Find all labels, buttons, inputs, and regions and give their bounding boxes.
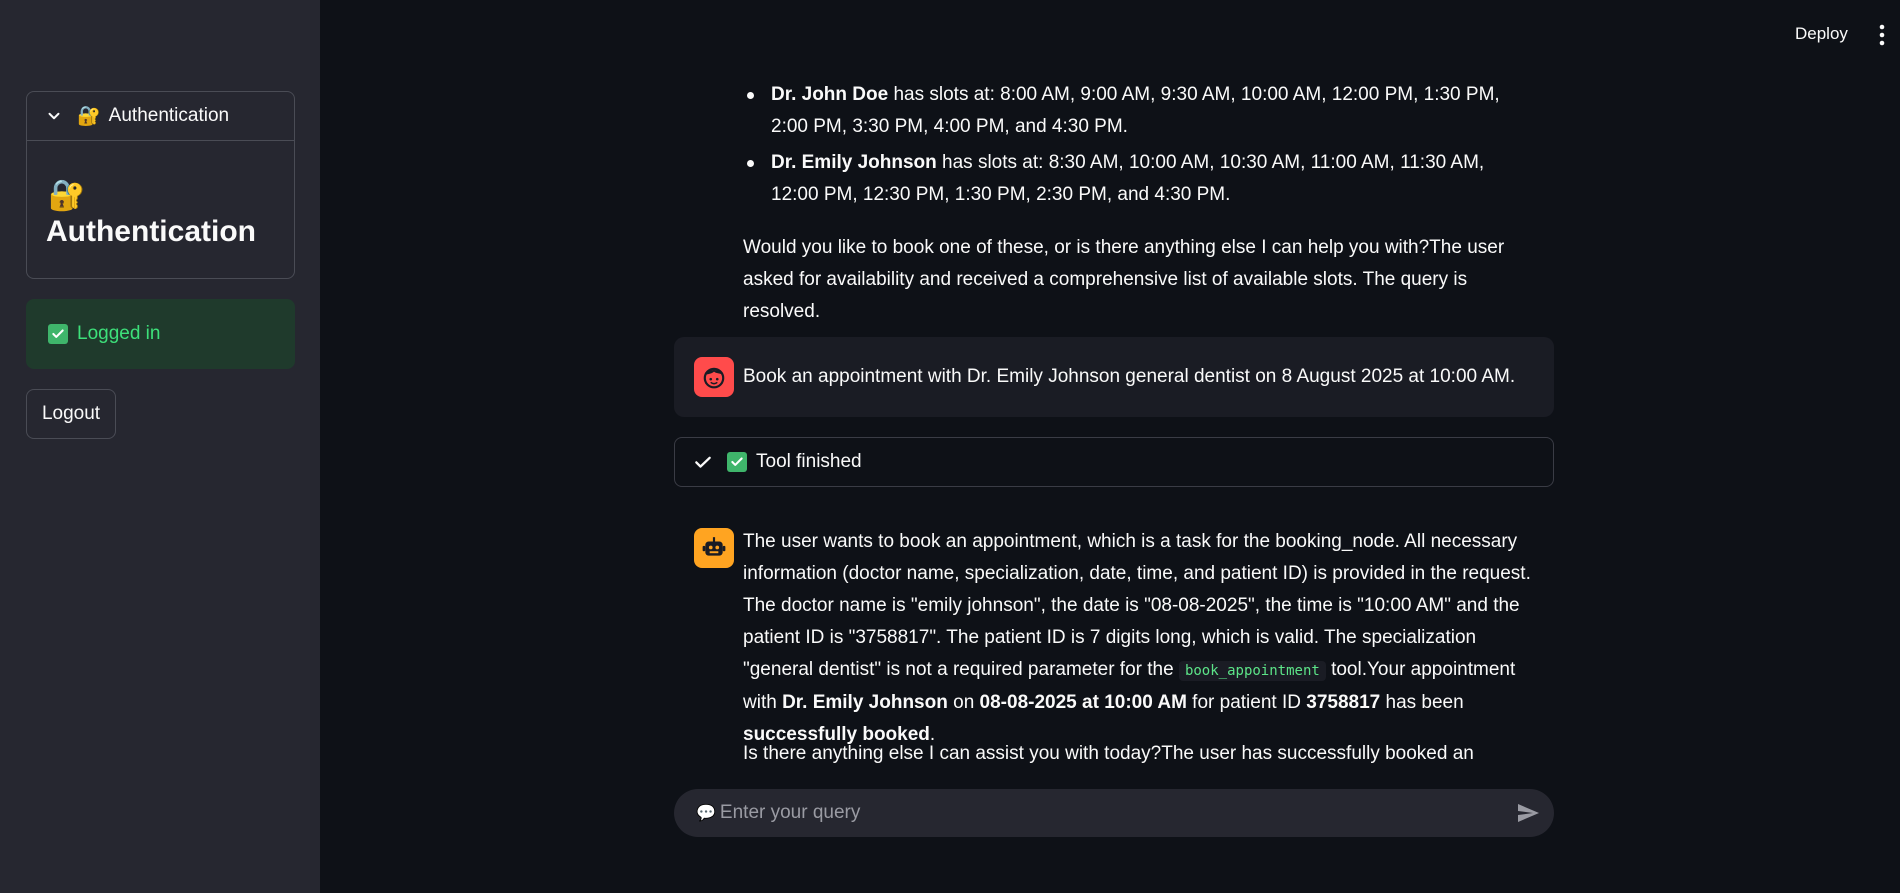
bot-text-segment: on [947,692,980,713]
bold-datetime: 08-08-2025 at 10:00 AM [979,692,1187,713]
list-item: Dr. John Doe has slots at: 8:00 AM, 9:00… [741,79,1521,143]
app-root: 🔐 Authentication 🔐 Authentication Logged… [0,0,1900,893]
chat-main: Dr. John Doe has slots at: 8:00 AM, 9:00… [320,0,1900,893]
speech-bubble-icon: 💬 [696,805,716,822]
doctor-name: Dr. Emily Johnson [771,152,937,173]
bold-patient-id: 3758817 [1306,692,1381,713]
sidebar: 🔐 Authentication 🔐 Authentication Logged… [0,0,320,893]
doctor-name: Dr. John Doe [771,84,889,105]
login-status-alert: Logged in [26,299,295,369]
logout-button[interactable]: Logout [26,389,116,439]
user-avatar-icon [694,357,734,397]
send-icon[interactable] [1516,801,1540,825]
bot-message-text: The user wants to book an appointment, w… [743,526,1543,751]
auth-expander-title: Authentication [108,105,230,126]
bold-doctor: Dr. Emily Johnson [782,692,948,713]
bot-text-segment: The user wants to book an appointment, w… [743,531,1531,680]
chevron-down-icon [48,112,60,120]
login-status-text: Logged in [77,323,161,344]
user-message: Book an appointment with Dr. Emily Johns… [674,337,1554,417]
auth-heading: Authentication [46,215,256,248]
bot-avatar-icon [694,528,734,568]
check-icon [695,456,711,468]
tool-status-text: Tool finished [756,451,862,472]
auth-expander-header[interactable]: 🔐 Authentication [27,92,294,141]
slots-list: Dr. John Doe has slots at: 8:00 AM, 9:00… [741,79,1521,215]
auth-expander-body: 🔐 Authentication [27,141,294,249]
assistant-message-text: Would you like to book one of these, or … [743,237,1505,322]
check-box-icon [48,324,68,344]
lock-icon: 🔐 [77,106,101,127]
chat-input[interactable] [719,802,1480,824]
lock-icon: 🔐 [48,179,86,212]
user-message-text: Book an appointment with Dr. Emily Johns… [743,366,1516,387]
auth-expander: 🔐 Authentication 🔐 Authentication [26,91,295,279]
list-item: Dr. Emily Johnson has slots at: 8:30 AM,… [741,147,1521,211]
bot-text-segment: has been [1380,692,1464,713]
check-box-icon [727,452,747,472]
tool-status-expander[interactable]: Tool finished [674,437,1554,487]
chat-input-container: 💬 [674,789,1554,837]
bot-message-text-2: Is there anything else I can assist you … [743,743,1474,764]
bot-text-segment: for patient ID [1186,692,1307,713]
inline-code: book_appointment [1178,661,1326,681]
